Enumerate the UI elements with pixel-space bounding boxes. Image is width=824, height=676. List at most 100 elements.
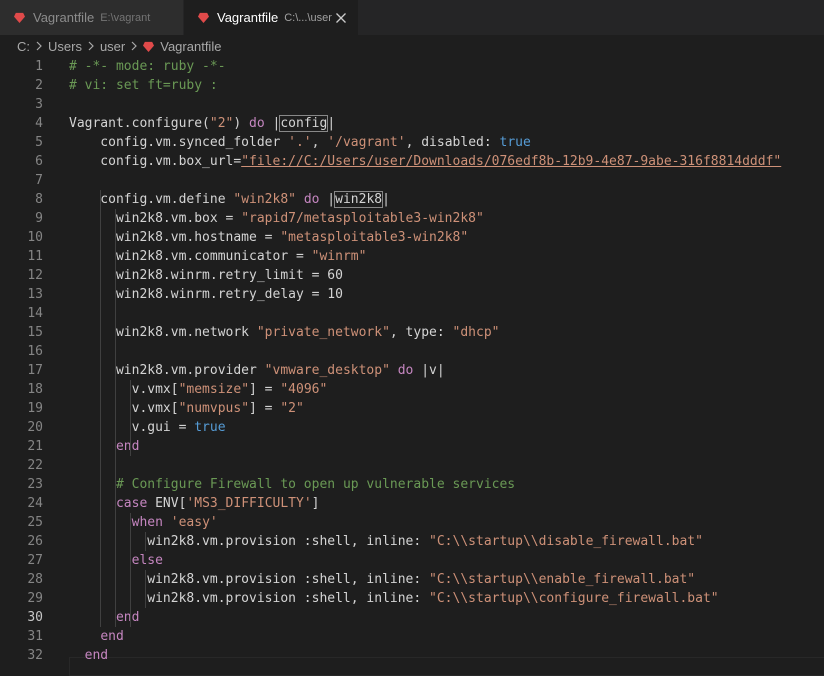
code-line[interactable]: 24 case ENV['MS3_DIFFICULTY'] xyxy=(0,494,824,513)
code-line[interactable]: 8 config.vm.define "win2k8" do |win2k8| xyxy=(0,190,824,209)
code-token: "4096" xyxy=(280,382,328,397)
close-icon[interactable] xyxy=(334,11,348,25)
line-number: 8 xyxy=(35,192,43,207)
chevron-right-icon xyxy=(130,41,138,51)
ruby-file-icon xyxy=(198,12,209,23)
code-line[interactable]: 16 xyxy=(0,342,824,361)
code-token: end xyxy=(84,648,109,663)
code-line[interactable]: 18 v.vmx["memsize"] = "4096" xyxy=(0,380,824,399)
code-token: '.' xyxy=(288,135,312,150)
code-line[interactable]: 6 config.vm.box_url="file://C:/Users/use… xyxy=(0,152,824,171)
code-line[interactable]: 28 win2k8.vm.provision :shell, inline: "… xyxy=(0,570,824,589)
code-token: ENV[ xyxy=(147,496,187,511)
code-token: true xyxy=(194,420,226,435)
code-text: config.vm.box_url="file://C:/Users/user/… xyxy=(43,152,781,171)
code-line[interactable]: 10 win2k8.vm.hostname = "metasploitable3… xyxy=(0,228,824,247)
line-number: 13 xyxy=(27,287,43,302)
line-number: 1 xyxy=(35,59,43,74)
code-text: win2k8.winrm.retry_delay = 10 xyxy=(43,285,343,304)
chevron-right-icon xyxy=(35,41,43,51)
code-line[interactable]: 13 win2k8.winrm.retry_delay = 10 xyxy=(0,285,824,304)
code-text: end xyxy=(43,608,139,627)
code-token: v.gui = xyxy=(69,420,195,435)
line-number: 30 xyxy=(27,610,43,625)
code-line[interactable]: 31 end xyxy=(0,627,824,646)
code-token: win2k8.winrm.retry_limit = 60 xyxy=(69,268,343,283)
chevron-right-icon xyxy=(87,41,95,51)
line-number: 9 xyxy=(35,211,43,226)
code-line[interactable]: 5 config.vm.synced_folder '.', '/vagrant… xyxy=(0,133,824,152)
code-token: "C:\\startup\\configure_firewall.bat" xyxy=(429,591,719,606)
line-number: 19 xyxy=(27,401,43,416)
code-token: "vmware_desktop" xyxy=(264,363,390,378)
code-line[interactable]: 1 # -*- mode: ruby -*- xyxy=(0,57,824,76)
code-line[interactable]: 25 when 'easy' xyxy=(0,513,824,532)
line-number: 20 xyxy=(27,420,43,435)
breadcrumb-item-drive[interactable]: C: xyxy=(17,39,30,54)
breadcrumb-item-users[interactable]: Users xyxy=(48,39,82,54)
code-line[interactable]: 11 win2k8.vm.communicator = "winrm" xyxy=(0,247,824,266)
line-number: 25 xyxy=(27,515,43,530)
breadcrumb-item-user[interactable]: user xyxy=(100,39,125,54)
breadcrumb-item-file[interactable]: Vagrantfile xyxy=(160,39,221,54)
code-token: "C:\\startup\\disable_firewall.bat" xyxy=(429,534,703,549)
tab-vagrantfile-user[interactable]: Vagrantfile C:\...\user xyxy=(184,0,358,35)
code-line[interactable]: 19 v.vmx["numvpus"] = "2" xyxy=(0,399,824,418)
code-line[interactable]: 21 end xyxy=(0,437,824,456)
code-editor[interactable]: 1 # -*- mode: ruby -*- 2 # vi: set ft=ruby … xyxy=(0,57,824,676)
code-line[interactable]: 3 xyxy=(0,95,824,114)
code-token: , disabled: xyxy=(405,135,500,150)
line-number: 26 xyxy=(27,534,43,549)
code-line[interactable]: 27 else xyxy=(0,551,824,570)
code-line[interactable]: 15 win2k8.vm.network "private_network", … xyxy=(0,323,824,342)
code-line[interactable]: 14 xyxy=(0,304,824,323)
code-token: win2k8.vm.provision :shell, inline: xyxy=(69,534,430,549)
code-token: '/vagrant' xyxy=(327,135,406,150)
code-line[interactable]: 29 win2k8.vm.provision :shell, inline: "… xyxy=(0,589,824,608)
code-token: win2k8.vm.provider xyxy=(69,363,265,378)
code-line[interactable]: 17 win2k8.vm.provider "vmware_desktop" d… xyxy=(0,361,824,380)
code-line[interactable]: 4 Vagrant.configure("2") do |config| xyxy=(0,114,824,133)
code-token: win2k8.vm.provision :shell, inline: xyxy=(69,572,430,587)
code-token: config.vm.box_url= xyxy=(69,154,242,169)
line-number: 6 xyxy=(35,154,43,169)
code-line[interactable]: 9 win2k8.vm.box = "rapid7/metasploitable… xyxy=(0,209,824,228)
code-token: "numvpus" xyxy=(178,401,250,416)
code-line[interactable]: 30 end xyxy=(0,608,824,627)
code-line[interactable]: 23 # Configure Firewall to open up vulne… xyxy=(0,475,824,494)
code-token: config.vm.define xyxy=(69,192,234,207)
line-number: 32 xyxy=(27,648,43,663)
code-token: ] = xyxy=(249,382,281,397)
code-text: end xyxy=(43,627,123,646)
code-text: win2k8.vm.hostname = "metasploitable3-wi… xyxy=(43,228,468,247)
code-token: | xyxy=(319,192,336,207)
code-token: v.vmx[ xyxy=(69,382,179,397)
code-token: "memsize" xyxy=(178,382,250,397)
code-token: | xyxy=(327,116,336,131)
code-line[interactable]: 20 v.gui = true xyxy=(0,418,824,437)
code-line[interactable]: 26 win2k8.vm.provision :shell, inline: "… xyxy=(0,532,824,551)
code-text: win2k8.vm.box = "rapid7/metasploitable3-… xyxy=(43,209,484,228)
line-number: 5 xyxy=(35,135,43,150)
code-line[interactable]: 2 # vi: set ft=ruby : xyxy=(0,76,824,95)
indent-guide xyxy=(130,380,131,456)
code-line[interactable]: 22 xyxy=(0,456,824,475)
code-token: "C:\\startup\\enable_firewall.bat" xyxy=(429,572,696,587)
code-text: v.gui = true xyxy=(43,418,226,437)
code-line[interactable]: 7 xyxy=(0,171,824,190)
line-number: 3 xyxy=(35,97,43,112)
code-line[interactable]: 12 win2k8.winrm.retry_limit = 60 xyxy=(0,266,824,285)
tab-vagrantfile-e-vagrant[interactable]: Vagrantfile E:\vagrant xyxy=(0,0,184,35)
code-token: | xyxy=(413,363,430,378)
code-token: win2k8.vm.box = xyxy=(69,211,242,226)
line-number: 23 xyxy=(27,477,43,492)
line-number: 11 xyxy=(27,249,43,264)
code-text: else xyxy=(43,551,163,570)
code-text: win2k8.vm.provision :shell, inline: "C:\… xyxy=(43,532,703,551)
ruby-file-icon xyxy=(14,12,25,23)
